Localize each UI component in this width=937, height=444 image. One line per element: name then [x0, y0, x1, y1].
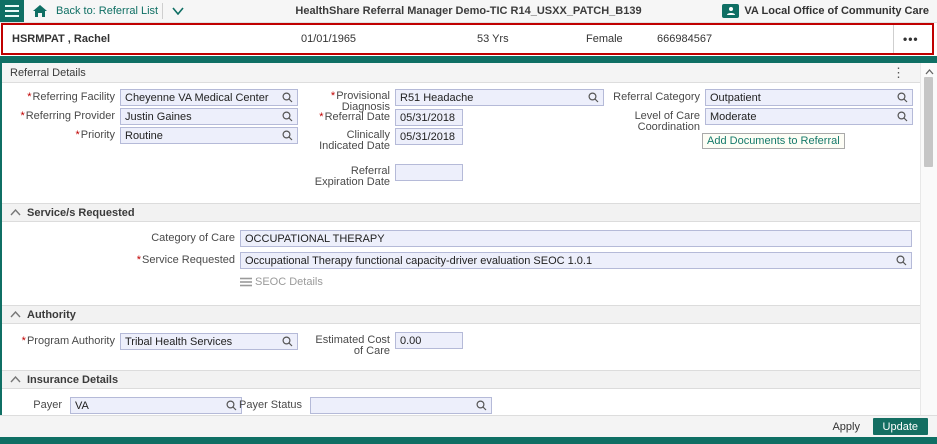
search-icon[interactable] — [897, 111, 908, 122]
back-list-dropdown-button[interactable] — [167, 2, 189, 20]
patient-name: HSRMPAT , Rachel — [12, 33, 110, 45]
scrollbar-thumb[interactable] — [924, 77, 933, 167]
update-button[interactable]: Update — [872, 418, 928, 435]
clinically-indicated-date-label: Clinically Indicated Date — [319, 129, 390, 152]
hamburger-menu-button[interactable] — [0, 0, 24, 22]
vertical-scrollbar[interactable] — [920, 63, 937, 415]
level-of-care-label: Level of Care Coordination — [634, 110, 700, 133]
payer-field[interactable]: VA — [70, 397, 242, 414]
clinically-indicated-date-field[interactable]: 05/31/2018 — [395, 128, 463, 145]
patient-dob: 01/01/1965 — [301, 33, 357, 45]
search-icon[interactable] — [282, 111, 293, 122]
category-of-care-field[interactable]: OCCUPATIONAL THERAPY — [240, 230, 912, 247]
search-icon[interactable] — [897, 92, 908, 103]
home-icon — [33, 5, 47, 17]
service-requested-field[interactable]: Occupational Therapy functional capacity… — [240, 252, 912, 269]
scroll-up-icon — [925, 69, 933, 75]
back-link-label: Back to: Referral List — [56, 5, 159, 17]
patient-gender: Female — [586, 33, 623, 45]
add-documents-tooltip: Add Documents to Referral — [702, 133, 845, 149]
section-authority[interactable]: Authority — [2, 305, 921, 324]
collapse-chevron-icon[interactable] — [10, 209, 21, 216]
user-office-icon — [722, 4, 740, 18]
level-of-care-field[interactable]: Moderate — [705, 108, 913, 125]
home-button[interactable] — [30, 2, 50, 20]
patient-age: 53 Yrs — [477, 33, 509, 45]
patient-banner: HSRMPAT , Rachel 01/01/1965 53 Yrs Femal… — [1, 23, 934, 55]
referring-facility-label: *Referring Facility — [27, 91, 115, 103]
payer-label: Payer — [33, 399, 62, 411]
chevron-down-icon — [172, 7, 184, 15]
estimated-cost-label: Estimated Cost of Care — [315, 334, 390, 357]
priority-label: *Priority — [75, 129, 115, 141]
search-icon[interactable] — [282, 130, 293, 141]
top-bar: Back to: Referral List HealthShare Refer… — [0, 0, 937, 23]
search-icon[interactable] — [476, 400, 487, 411]
seoc-details-label: SEOC Details — [255, 276, 323, 288]
teal-divider-strip — [0, 56, 937, 63]
referral-details-header: Referral Details ⋮ — [2, 63, 921, 83]
patient-banner-divider — [893, 25, 894, 53]
section-services-requested[interactable]: Service/s Requested — [2, 203, 921, 222]
office-label: VA Local Office of Community Care — [744, 5, 929, 17]
category-of-care-label: Category of Care — [151, 232, 235, 244]
provisional-diagnosis-label: *Provisional Diagnosis — [330, 90, 390, 113]
back-to-referral-list-link[interactable]: Back to: Referral List — [56, 0, 158, 22]
search-icon[interactable] — [282, 336, 293, 347]
estimated-cost-field[interactable]: 0.00 — [395, 332, 463, 349]
payer-status-field[interactable] — [310, 397, 492, 414]
collapse-chevron-icon[interactable] — [10, 376, 21, 383]
referral-category-field[interactable]: Outpatient — [705, 89, 913, 106]
patient-id: 666984567 — [657, 33, 713, 45]
payer-status-label: Payer Status — [239, 399, 302, 411]
apply-button[interactable]: Apply — [832, 416, 860, 438]
bottom-teal-strip — [0, 437, 937, 444]
program-authority-label: *Program Authority — [21, 335, 115, 347]
provisional-diagnosis-field[interactable]: R51 Headache — [395, 89, 604, 106]
referring-provider-field[interactable]: Justin Gaines — [120, 108, 298, 125]
seoc-details-button[interactable]: SEOC Details — [240, 276, 323, 288]
referral-category-label: Referral Category — [613, 91, 700, 103]
topbar-divider — [162, 3, 163, 19]
list-icon — [240, 277, 252, 287]
service-requested-label: *Service Requested — [136, 254, 235, 266]
referring-facility-field[interactable]: Cheyenne VA Medical Center — [120, 89, 298, 106]
referral-date-label: *Referral Date — [319, 111, 390, 123]
referral-date-field[interactable]: 05/31/2018 — [395, 109, 463, 126]
program-authority-field[interactable]: Tribal Health Services — [120, 333, 298, 350]
office-selector[interactable]: VA Local Office of Community Care — [722, 0, 929, 22]
kebab-menu-icon[interactable]: ⋮ — [892, 63, 905, 83]
app-window: Back to: Referral List HealthShare Refer… — [0, 0, 937, 444]
patient-more-button[interactable]: ••• — [903, 25, 919, 53]
referral-expiration-date-label: Referral Expiration Date — [314, 165, 390, 188]
footer-action-bar: Apply Update — [0, 415, 937, 438]
search-icon[interactable] — [588, 92, 599, 103]
referral-expiration-date-field[interactable] — [395, 164, 463, 181]
referring-provider-label: *Referring Provider — [20, 110, 115, 122]
referral-details-title: Referral Details — [10, 66, 86, 79]
priority-field[interactable]: Routine — [120, 127, 298, 144]
section-insurance-details[interactable]: Insurance Details — [2, 370, 921, 389]
search-icon[interactable] — [282, 92, 293, 103]
search-icon[interactable] — [896, 255, 907, 266]
collapse-chevron-icon[interactable] — [10, 311, 21, 318]
